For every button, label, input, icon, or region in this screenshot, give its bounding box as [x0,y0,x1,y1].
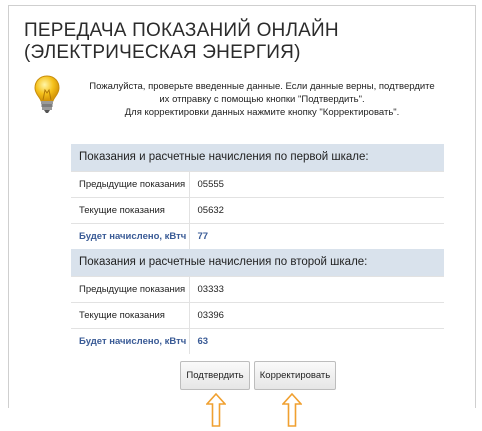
scale1-current-label: Текущие показания [71,196,190,223]
arrow-up-icon [282,393,302,427]
scale1-header-row: Показания и расчетные начисления по перв… [71,144,444,171]
page-title: ПЕРЕДАЧА ПОКАЗАНИЙ ОНЛАЙН (ЭЛЕКТРИЧЕСКАЯ… [24,20,444,64]
correct-button[interactable]: Корректировать [254,361,336,390]
scale2-current-label: Текущие показания [71,301,190,328]
scale1-previous-label: Предыдущие показания [71,170,190,197]
scale2-total-value: 63 [189,327,444,354]
readings-table: Показания и расчетные начисления по перв… [71,144,444,354]
scale1-total-label: Будет начислено, кВтч [71,222,190,249]
table-row: Будет начислено, кВтч 63 [71,327,444,354]
scale2-total-label: Будет начислено, кВтч [71,327,190,354]
scale1-total-value: 77 [189,222,444,249]
hint-text: Пожалуйста, проверьте введенные данные. … [82,80,442,119]
scale2-header: Показания и расчетные начисления по втор… [71,249,444,276]
table-row: Будет начислено, кВтч 77 [71,222,444,249]
scale2-current-value: 03396 [189,301,444,328]
table-row: Предыдущие показания 03333 [71,275,444,302]
hint-line3: Для корректировки данных нажмите кнопку … [124,107,400,118]
scale2-previous-label: Предыдущие показания [71,275,190,302]
table-row: Текущие показания 05632 [71,196,444,223]
scale1-current-value: 05632 [189,196,444,223]
hint-block: Пожалуйста, проверьте введенные данные. … [32,74,452,124]
hint-line1: Пожалуйста, проверьте введенные данные. … [89,81,435,92]
table-row: Текущие показания 03396 [71,301,444,328]
scale1-header: Показания и расчетные начисления по перв… [71,144,444,171]
scale2-previous-value: 03333 [189,275,444,302]
arrow-up-icon [206,393,226,427]
hint-line2: их отправку с помощью кнопки "Подтвердит… [159,94,365,105]
scale1-previous-value: 05555 [189,170,444,197]
table-row: Предыдущие показания 05555 [71,170,444,197]
scale2-header-row: Показания и расчетные начисления по втор… [71,249,444,276]
page-title-line2: (ЭЛЕКТРИЧЕСКАЯ ЭНЕРГИЯ) [24,42,301,63]
page-title-line1: ПЕРЕДАЧА ПОКАЗАНИЙ ОНЛАЙН [24,20,339,41]
confirm-button[interactable]: Подтвердить [180,361,250,390]
lightbulb-icon [34,75,60,113]
